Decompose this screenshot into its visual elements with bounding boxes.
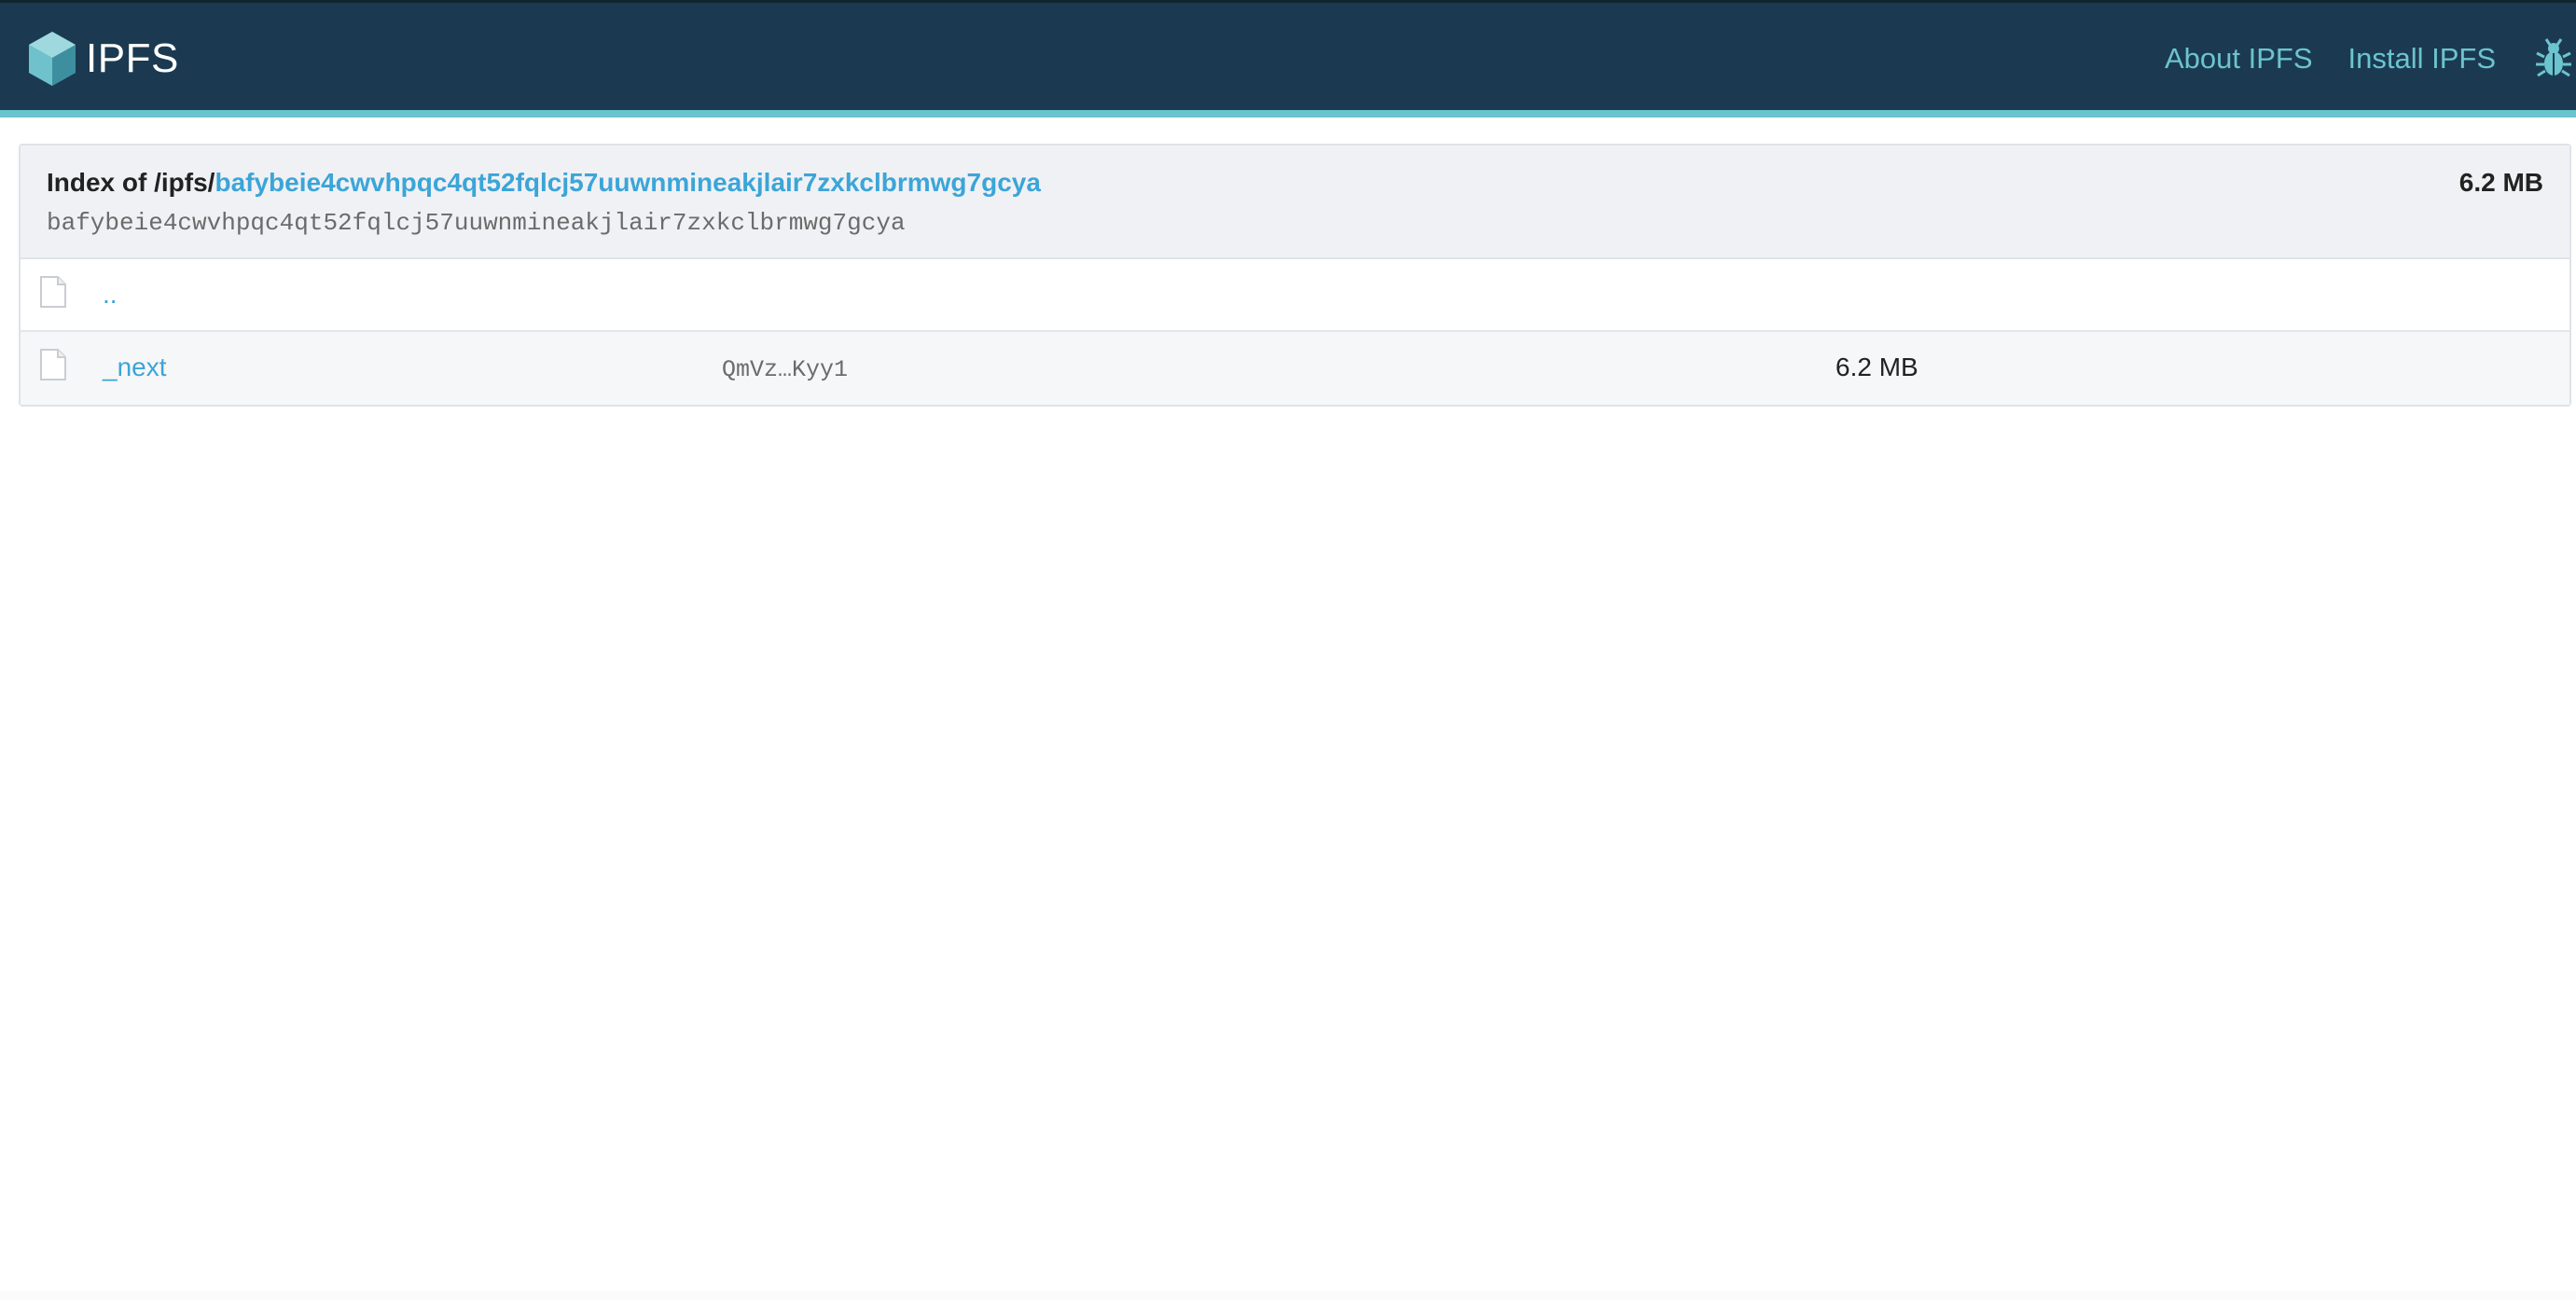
entry-size: 6.2 MB [1835, 353, 1918, 381]
navbar-accent-stripe [0, 110, 2576, 118]
brand-name: IPFS [86, 35, 179, 81]
page-bottom-edge [0, 1291, 2576, 1300]
about-ipfs-link[interactable]: About IPFS [2165, 42, 2313, 76]
top-navbar: IPFS About IPFS Install IPFS [0, 0, 2576, 110]
install-ipfs-link[interactable]: Install IPFS [2348, 42, 2497, 76]
parent-directory-link[interactable]: .. [103, 280, 118, 310]
top-nav: About IPFS Install IPFS [2165, 29, 2576, 89]
table-row: _next QmVz…Kyy1 6.2 MB [21, 332, 2569, 405]
index-prefix: Index of /ipfs/ [47, 168, 215, 197]
ipfs-cube-icon [29, 32, 76, 86]
index-cid-link[interactable]: bafybeie4cwvhpqc4qt52fqlcj57uuwnmineakjl… [215, 168, 1040, 197]
entry-cid-link[interactable]: QmVz…Kyy1 [722, 356, 848, 383]
table-row: .. [21, 259, 2569, 332]
total-size: 6.2 MB [2458, 168, 2543, 197]
ipfs-home-link[interactable]: IPFS [26, 29, 179, 89]
directory-listing: Index of /ipfs/bafybeie4cwvhpqc4qt52fqlc… [19, 144, 2571, 407]
listing-header: Index of /ipfs/bafybeie4cwvhpqc4qt52fqlc… [21, 145, 2569, 259]
entry-name-link[interactable]: _next [103, 353, 167, 382]
index-title: Index of /ipfs/bafybeie4cwvhpqc4qt52fqlc… [47, 168, 1041, 198]
file-icon [40, 276, 66, 308]
root-cid: bafybeie4cwvhpqc4qt52fqlcj57uuwnmineakjl… [47, 209, 906, 237]
bug-icon[interactable] [2531, 36, 2576, 81]
file-icon [40, 349, 66, 380]
